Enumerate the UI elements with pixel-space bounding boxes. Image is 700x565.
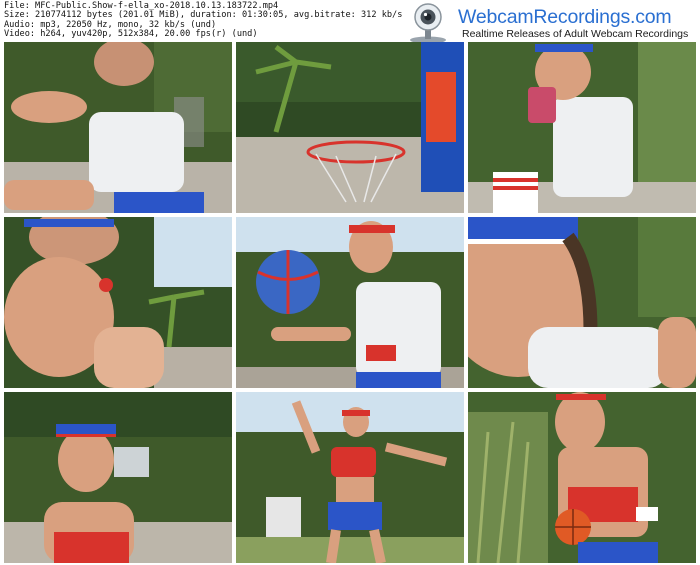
thumbnail-image [4, 392, 232, 563]
thumbnail-1[interactable] [4, 42, 232, 213]
thumbnail-9[interactable] [468, 392, 696, 563]
thumbnail-image [236, 42, 464, 213]
thumbnail-8[interactable] [236, 392, 464, 563]
brand-name: WebcamRecordings.com [458, 6, 672, 28]
thumbnail-4[interactable] [4, 217, 232, 388]
thumbnail-2[interactable] [236, 42, 464, 213]
webcam-icon [410, 3, 446, 44]
brand-logo[interactable]: WebcamRecordings.com Realtime Releases o… [400, 2, 696, 44]
thumbnail-7[interactable] [4, 392, 232, 563]
thumbnail-image [468, 217, 696, 388]
file-info: File: MFC-Public.Show-f-ella_xo-2018.10.… [4, 1, 404, 40]
brand-tagline: Realtime Releases of Adult Webcam Record… [462, 28, 689, 40]
thumbnail-image [468, 392, 696, 563]
thumbnail-image [4, 42, 232, 213]
thumbnail-image [4, 217, 232, 388]
thumbnail-image [468, 42, 696, 213]
thumbnail-grid [4, 42, 696, 563]
thumbnail-image [236, 392, 464, 563]
thumbnail-6[interactable] [468, 217, 696, 388]
thumbnail-5[interactable] [236, 217, 464, 388]
video-info: Video: h264, yuv420p, 512x384, 20.00 fps… [4, 29, 258, 40]
thumbnail-image [236, 217, 464, 388]
thumbnail-3[interactable] [468, 42, 696, 213]
